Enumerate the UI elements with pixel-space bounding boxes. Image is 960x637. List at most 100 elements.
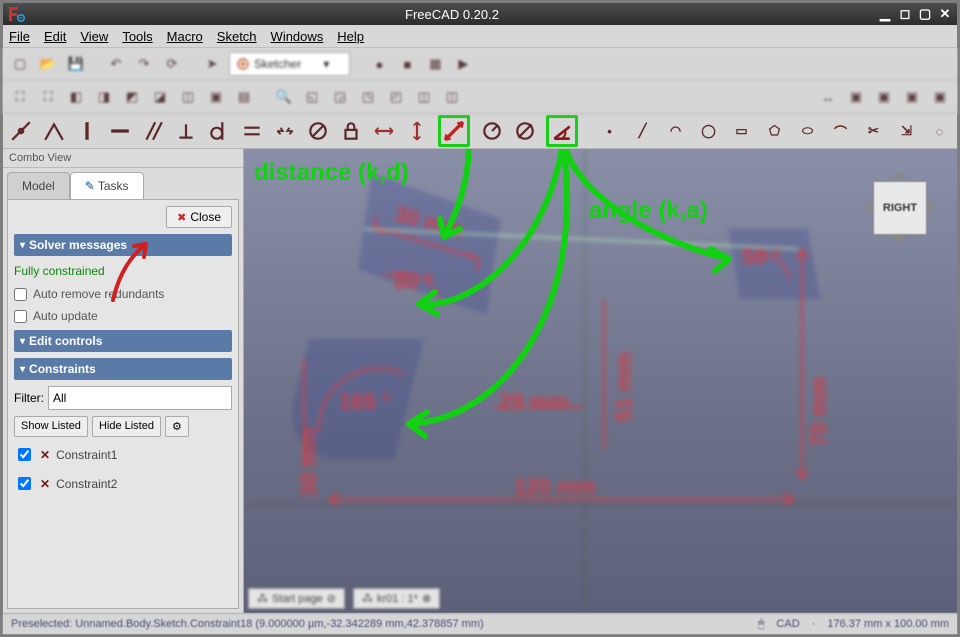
- stop-icon[interactable]: ■: [396, 53, 418, 75]
- new-icon[interactable]: ▢: [9, 53, 31, 75]
- zoom-icon[interactable]: 🔍: [273, 86, 295, 108]
- macros-icon[interactable]: ▦: [424, 53, 446, 75]
- menu-view[interactable]: View: [80, 29, 108, 44]
- navcube-left-icon[interactable]: [855, 199, 871, 215]
- navcube-right-icon[interactable]: [927, 199, 943, 215]
- left-icon[interactable]: ▤: [233, 86, 255, 108]
- constrain-perpendicular-icon[interactable]: [174, 119, 197, 143]
- auto-update-checkbox[interactable]: Auto update: [14, 308, 232, 324]
- tab-start-page[interactable]: ⁂Start page⊘: [248, 588, 345, 609]
- right-icon[interactable]: ◪: [149, 86, 171, 108]
- menu-help[interactable]: Help: [337, 29, 364, 44]
- menu-file[interactable]: File: [9, 29, 30, 44]
- constrain-horizontal-icon[interactable]: [108, 119, 131, 143]
- geom-line-icon[interactable]: ╱: [631, 119, 654, 143]
- constrain-equal-icon[interactable]: [240, 119, 263, 143]
- menu-tools[interactable]: Tools: [122, 29, 152, 44]
- cube-d-icon[interactable]: ◰: [385, 86, 407, 108]
- cube-a-icon[interactable]: ◱: [301, 86, 323, 108]
- bottom-icon[interactable]: ▣: [205, 86, 227, 108]
- save-icon[interactable]: 💾: [65, 53, 87, 75]
- cube-e-icon[interactable]: ◫: [413, 86, 435, 108]
- geom-fillet-icon[interactable]: ⌒: [829, 119, 852, 143]
- tab-tasks[interactable]: Tasks: [70, 172, 144, 199]
- constrain-radius-icon[interactable]: [480, 119, 503, 143]
- part-c-icon[interactable]: ▣: [901, 86, 923, 108]
- tab-close-icon[interactable]: ⊗: [422, 592, 431, 605]
- cube-f-icon[interactable]: ◫: [441, 86, 463, 108]
- navcube-face[interactable]: RIGHT: [873, 181, 927, 235]
- fit-all-icon[interactable]: ⛶: [9, 86, 31, 108]
- front-icon[interactable]: ◨: [93, 86, 115, 108]
- menu-edit[interactable]: Edit: [44, 29, 66, 44]
- geom-point-icon[interactable]: •: [598, 119, 621, 143]
- constrain-distance-icon[interactable]: [443, 120, 465, 142]
- close-button[interactable]: Close: [166, 206, 232, 228]
- select-icon[interactable]: ➤: [201, 53, 223, 75]
- menu-macro[interactable]: Macro: [167, 29, 203, 44]
- undo-icon[interactable]: ↶: [105, 53, 127, 75]
- list-item[interactable]: ✕Constraint2: [14, 472, 232, 495]
- constraints-menu-button[interactable]: ⚙: [165, 416, 189, 437]
- menu-sketch[interactable]: Sketch: [217, 29, 257, 44]
- window-minimize-icon[interactable]: ▁: [877, 6, 893, 22]
- play-icon[interactable]: ▶: [452, 53, 474, 75]
- iso-icon[interactable]: ◧: [65, 86, 87, 108]
- tab-sketch[interactable]: ⁂kr01 : 1*⊗: [353, 588, 440, 609]
- constrain-angle-icon[interactable]: [551, 120, 573, 142]
- constrain-parallel-icon[interactable]: [141, 119, 164, 143]
- nav-style-label[interactable]: CAD: [776, 618, 799, 630]
- constraints-section[interactable]: Constraints: [14, 358, 232, 380]
- solver-section[interactable]: Solver messages: [14, 234, 232, 256]
- geom-rect-icon[interactable]: ▭: [730, 119, 753, 143]
- constrain-hdist-icon[interactable]: [372, 119, 395, 143]
- 3d-viewport[interactable]: 30 mm 80 ° 165 ° 30 mm 120 mm 70 mm 29 m…: [244, 149, 957, 613]
- top-icon[interactable]: ◩: [121, 86, 143, 108]
- open-icon[interactable]: 📂: [37, 53, 59, 75]
- back-icon[interactable]: ◫: [177, 86, 199, 108]
- auto-remove-checkbox[interactable]: Auto remove redundants: [14, 286, 232, 302]
- geom-trim-icon[interactable]: ✂: [862, 119, 885, 143]
- tab-model[interactable]: Model: [7, 172, 70, 199]
- navcube-up-icon[interactable]: [891, 163, 907, 179]
- part-b-icon[interactable]: ▣: [873, 86, 895, 108]
- nav-style-icon[interactable]: 🖱: [758, 618, 765, 631]
- navigation-cube[interactable]: RIGHT: [851, 159, 947, 255]
- show-listed-button[interactable]: Show Listed: [14, 416, 88, 437]
- geom-poly-icon[interactable]: ⬠: [763, 119, 786, 143]
- refresh-icon[interactable]: ⟳: [161, 53, 183, 75]
- constrain-block-icon[interactable]: [306, 119, 329, 143]
- part-a-icon[interactable]: ▣: [845, 86, 867, 108]
- part-d-icon[interactable]: ▣: [929, 86, 951, 108]
- menu-windows[interactable]: Windows: [271, 29, 324, 44]
- constrain-tangent-icon[interactable]: [207, 119, 230, 143]
- constrain-vertical-icon[interactable]: [75, 119, 98, 143]
- redo-icon[interactable]: ↷: [133, 53, 155, 75]
- geom-circle-icon[interactable]: ◯: [697, 119, 720, 143]
- filter-input[interactable]: [48, 386, 232, 410]
- constrain-vdist-icon[interactable]: [405, 119, 428, 143]
- constrain-pointonobj-icon[interactable]: [42, 119, 65, 143]
- geom-arc-icon[interactable]: ◠: [664, 119, 687, 143]
- cube-c-icon[interactable]: ◳: [357, 86, 379, 108]
- record-icon[interactable]: ●: [368, 53, 390, 75]
- geom-constr-icon[interactable]: ◌: [928, 119, 951, 143]
- tab-close-icon[interactable]: ⊘: [327, 592, 336, 605]
- workbench-selector[interactable]: Sketcher ▾: [229, 52, 350, 76]
- fit-sel-icon[interactable]: ⛶: [37, 86, 59, 108]
- constrain-diameter-icon[interactable]: [513, 119, 536, 143]
- geom-slot-icon[interactable]: ⬭: [796, 119, 819, 143]
- geom-ext-icon[interactable]: ⇲: [895, 119, 918, 143]
- constrain-coincident-icon[interactable]: [9, 119, 32, 143]
- edit-controls-section[interactable]: Edit controls: [14, 330, 232, 352]
- window-maximize-icon[interactable]: ▢: [917, 6, 933, 22]
- list-item[interactable]: ✕Constraint1: [14, 443, 232, 466]
- constrain-lock-icon[interactable]: [339, 119, 362, 143]
- constrain-symmetric-icon[interactable]: [273, 119, 296, 143]
- window-close-icon[interactable]: ✕: [937, 6, 953, 22]
- measure-icon[interactable]: ↔: [817, 86, 839, 108]
- navcube-down-icon[interactable]: [891, 235, 907, 251]
- cube-b-icon[interactable]: ◲: [329, 86, 351, 108]
- window-restore-icon[interactable]: ◻: [897, 6, 913, 22]
- hide-listed-button[interactable]: Hide Listed: [92, 416, 161, 437]
